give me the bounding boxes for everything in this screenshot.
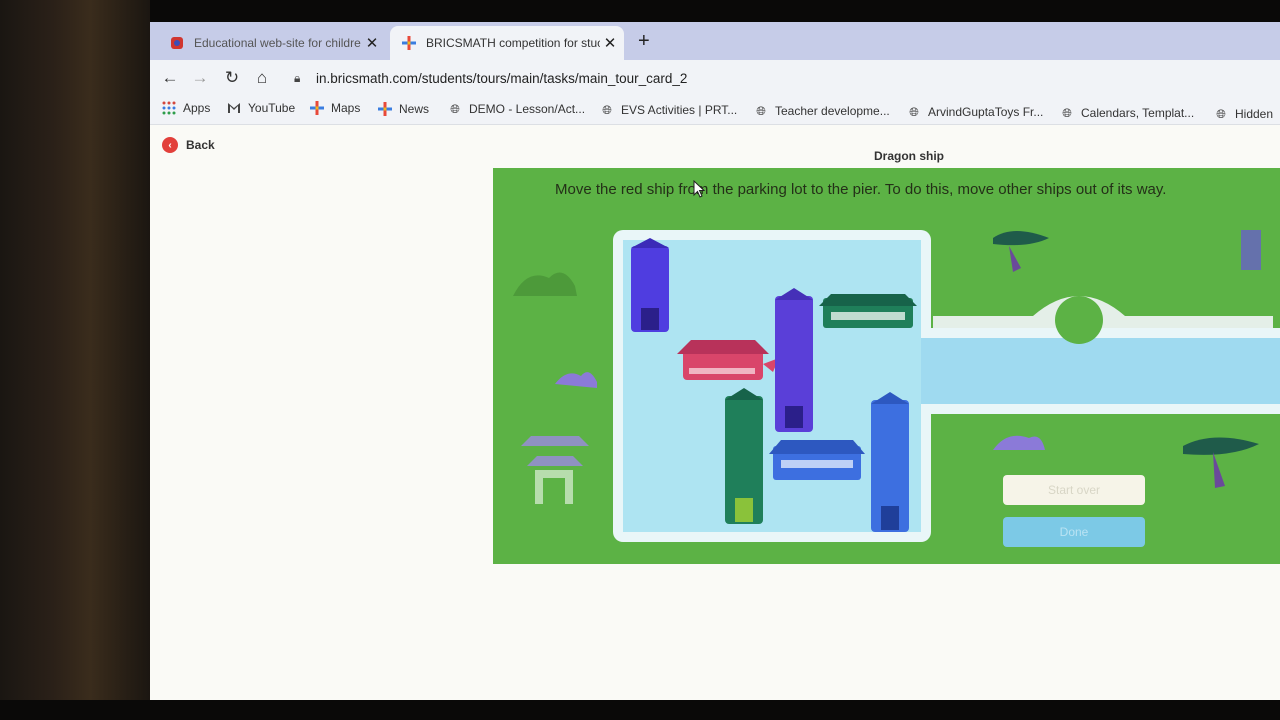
bookmark-label: ArvindGuptaToys Fr... <box>928 105 1044 119</box>
bush-decoration <box>513 272 577 296</box>
tab-close-icon[interactable]: ✕ <box>600 34 620 52</box>
river-bank-bottom <box>921 404 1280 414</box>
monitor-bezel-top <box>0 0 1280 22</box>
page-content: ‹ Back Dragon ship Move the red ship fro… <box>150 125 1280 700</box>
blue-ship-vertical[interactable] <box>871 392 909 532</box>
lantern-decoration <box>1241 230 1261 270</box>
mouse-cursor-icon <box>693 180 705 198</box>
site-favicon-icon <box>171 37 183 49</box>
instruction-text: Move the red ship from the parking lot t… <box>555 181 1167 198</box>
browser-toolbar: ← → ↻ ⌂ 🔒︎ in.bricsmath.com/students/tou… <box>150 60 1280 96</box>
purple-ship-vertical-2[interactable] <box>775 288 813 432</box>
cloud-decoration <box>993 435 1045 450</box>
teal-ship-vertical[interactable] <box>725 388 763 524</box>
bookmark-label: News <box>399 102 430 116</box>
bookmark-label: Calendars, Templat... <box>1081 106 1195 120</box>
bookmark-label: Apps <box>183 101 211 115</box>
reload-icon[interactable]: ↻ <box>220 66 244 90</box>
bookmark-arvindgupta[interactable]: 🌐︎ ArvindGuptaToys Fr... <box>907 104 1044 120</box>
pagoda-left-decoration <box>521 436 589 504</box>
globe-icon: 🌐︎ <box>450 101 460 116</box>
globe-icon: 🌐︎ <box>756 103 766 118</box>
address-bar[interactable]: 🔒︎ in.bricsmath.com/students/tours/main/… <box>284 64 1274 92</box>
bookmark-youtube[interactable]: YouTube <box>227 101 295 115</box>
tab-bricsmath[interactable]: BRICSMATH competition for stuc ✕ <box>390 26 624 60</box>
game-scene <box>513 230 1280 542</box>
bookmark-news[interactable]: News <box>378 102 429 116</box>
tab-close-icon[interactable]: ✕ <box>362 34 382 52</box>
bookmarks-bar: Apps YouTube Maps News 🌐︎ DEMO - Lesson/… <box>150 96 1280 125</box>
back-arrow-icon[interactable]: ← <box>158 66 182 90</box>
back-button[interactable]: ‹ Back <box>162 137 215 153</box>
globe-icon: 🌐︎ <box>909 104 919 119</box>
back-label: Back <box>186 138 215 152</box>
bookmark-label: Teacher developme... <box>775 104 890 118</box>
bookmark-demo[interactable]: 🌐︎ DEMO - Lesson/Act... <box>448 101 586 117</box>
blue-ship-horizontal[interactable] <box>769 440 865 480</box>
bookmark-label: Hidden <box>1235 107 1274 121</box>
tab-title: BRICSMATH competition for stuc <box>426 36 600 50</box>
lock-icon: 🔒︎ <box>294 70 301 85</box>
bookmark-evs[interactable]: 🌐︎ EVS Activities | PRT... <box>600 102 738 118</box>
apps-grid-icon <box>162 101 176 115</box>
chevron-left-icon: ‹ <box>162 137 178 153</box>
start-over-label: Start over <box>1047 483 1101 497</box>
bookmark-label: EVS Activities | PRT... <box>621 103 738 117</box>
bookmark-apps[interactable]: Apps <box>162 101 210 115</box>
globe-icon: 🌐︎ <box>602 102 612 117</box>
monitor-bezel-left <box>0 0 150 720</box>
done-button[interactable]: Done <box>1003 517 1145 547</box>
task-title: Dragon ship <box>874 149 945 163</box>
bookmark-maps[interactable]: Maps <box>310 101 360 115</box>
done-label: Done <box>1059 525 1089 539</box>
bookmark-label: YouTube <box>248 101 296 115</box>
bricsmath-favicon-icon <box>402 36 416 50</box>
cloud-decoration <box>555 372 597 388</box>
bookmark-label: DEMO - Lesson/Act... <box>469 102 586 116</box>
plus-color-icon <box>310 101 324 115</box>
bookmark-teacher[interactable]: 🌐︎ Teacher developme... <box>754 103 890 119</box>
bookmark-calendars[interactable]: 🌐︎ Calendars, Templat... <box>1060 105 1195 121</box>
tab-educational[interactable]: Educational web-site for childre ✕ <box>158 26 386 60</box>
purple-ship-vertical-1[interactable] <box>631 238 669 332</box>
url-text: in.bricsmath.com/students/tours/main/tas… <box>316 70 688 86</box>
bookmark-hidden[interactable]: 🌐︎ Hidden <box>1214 106 1274 122</box>
tab-title: Educational web-site for childre <box>194 36 361 50</box>
globe-icon: 🌐︎ <box>1216 106 1226 121</box>
globe-icon: 🌐︎ <box>1062 105 1072 120</box>
start-over-button[interactable]: Start over <box>1003 475 1145 505</box>
tab-strip: Educational web-site for childre ✕ BRICS… <box>150 22 1280 60</box>
monitor-bezel-bottom <box>0 700 1280 720</box>
teal-ship-horizontal[interactable] <box>819 294 917 328</box>
river-to-pier <box>921 338 1280 404</box>
new-tab-button[interactable]: + <box>638 30 650 53</box>
forward-arrow-icon[interactable]: → <box>188 66 212 90</box>
game-canvas: Move the red ship from the parking lot t… <box>493 168 1280 564</box>
gmail-icon <box>228 103 240 113</box>
plus-color-icon <box>378 102 392 116</box>
browser-window: Educational web-site for childre ✕ BRICS… <box>150 22 1280 700</box>
bookmark-label: Maps <box>331 101 361 115</box>
home-icon[interactable]: ⌂ <box>250 66 274 90</box>
